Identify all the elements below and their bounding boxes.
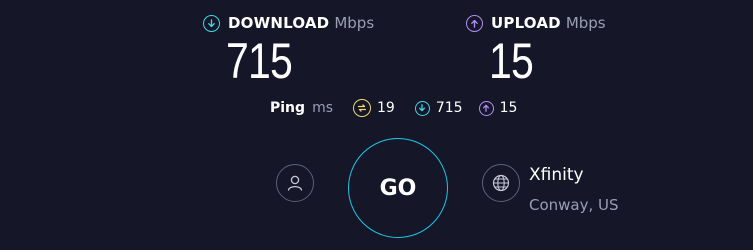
- user-icon: [287, 175, 303, 191]
- arrow-down-circle-icon: [414, 100, 430, 116]
- arrow-up-circle-icon: [466, 14, 483, 32]
- upload-title: UPLOAD: [491, 14, 561, 32]
- ping-download: 715: [414, 100, 463, 116]
- download-value: 715: [226, 33, 293, 89]
- globe-icon: [492, 174, 510, 192]
- ping-label: Ping: [270, 100, 306, 116]
- arrow-up-circle-icon: [478, 100, 494, 116]
- download-header: DOWNLOAD Mbps: [203, 14, 374, 32]
- upload-unit: Mbps: [565, 14, 606, 32]
- upload-header: UPLOAD Mbps: [466, 14, 606, 32]
- isp-name[interactable]: Xfinity: [529, 165, 584, 185]
- ping-upload-value: 15: [499, 100, 518, 116]
- ping-unit: ms: [312, 100, 333, 116]
- go-button[interactable]: GO: [348, 138, 448, 238]
- arrow-down-circle-icon: [203, 14, 220, 32]
- ping-idle-icon: [353, 99, 371, 117]
- ping-upload: 15: [478, 100, 518, 116]
- ping-download-value: 715: [435, 100, 463, 116]
- ping-idle-value: 19: [377, 100, 395, 116]
- download-title: DOWNLOAD: [228, 14, 330, 32]
- isp-location[interactable]: Conway, US: [529, 196, 619, 214]
- user-button[interactable]: [276, 164, 314, 202]
- isp-globe-button[interactable]: [482, 164, 520, 202]
- ping-row: Ping ms 19 715 15: [270, 99, 517, 117]
- go-button-label: GO: [379, 175, 417, 201]
- upload-value: 15: [489, 33, 534, 89]
- download-unit: Mbps: [334, 14, 375, 32]
- ping-idle: 19: [353, 99, 395, 117]
